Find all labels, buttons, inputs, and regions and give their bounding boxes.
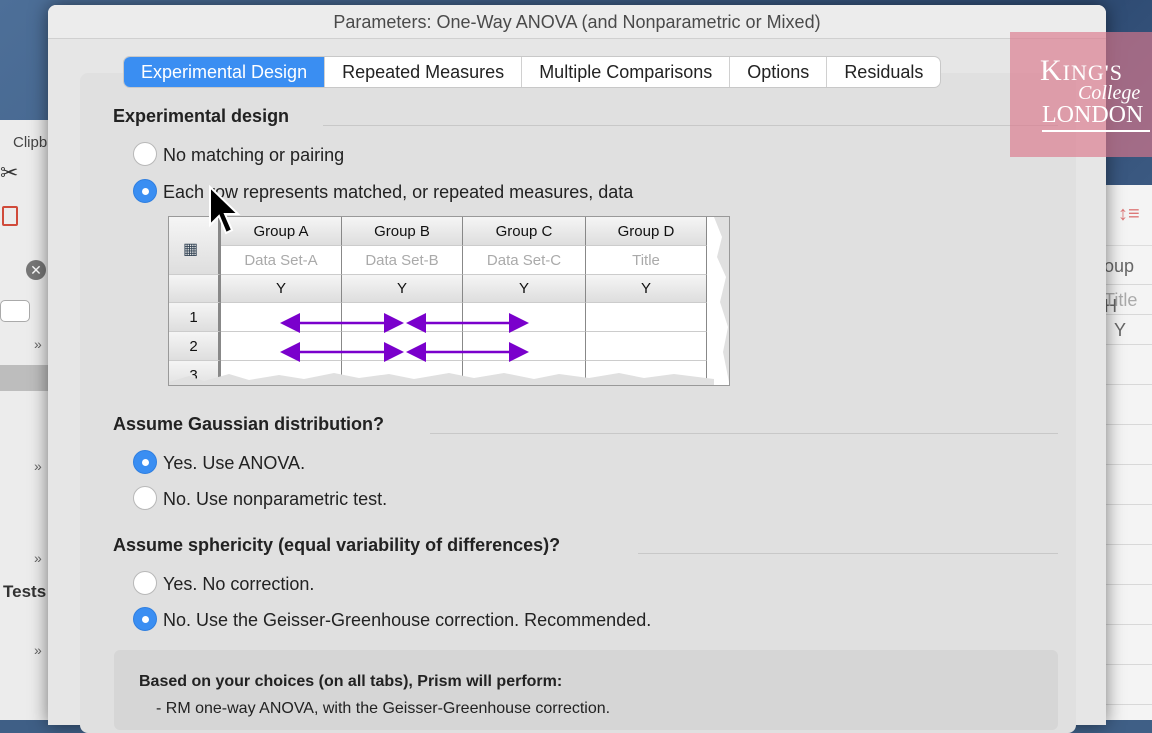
tab-experimental-design[interactable]: Experimental Design [124,57,326,87]
summary-item: - RM one-way ANOVA, with the Geisser-Gre… [156,700,611,717]
parameters-dialog: Parameters: One-Way ANOVA (and Nonparame… [48,5,1106,733]
stepper-popup[interactable] [0,300,30,322]
matched-data-illustration: ▦ 1 2 3 Group A Data Set-A Y Group B Dat… [168,216,730,386]
clear-icon[interactable]: ✕ [26,260,46,280]
matching-arrows [169,217,729,385]
clipboard-label: Clipb [13,134,48,151]
tab-multiple-comparisons[interactable]: Multiple Comparisons [522,57,731,87]
dialog-title: Parameters: One-Way ANOVA (and Nonparame… [48,5,1106,39]
expand-icon[interactable]: » [34,550,42,566]
expand-icon[interactable]: » [34,458,42,474]
row-height-icon[interactable]: ↕≡ [1118,203,1140,226]
tab-repeated-measures[interactable]: Repeated Measures [325,57,523,87]
radio-yes-anova[interactable] [133,450,157,474]
radio-label: No matching or pairing [163,145,345,165]
sphericity-heading: Assume sphericity (equal variability of … [113,535,561,555]
tests-label: Tests [3,582,47,601]
radio-geisser-greenhouse[interactable] [133,607,157,631]
tab-residuals[interactable]: Residuals [827,57,940,87]
tab-options[interactable]: Options [730,57,828,87]
radio-nonparametric[interactable] [133,486,157,510]
radio-label: Yes. No correction. [163,574,315,594]
kings-college-london-logo: KING'S College LONDON [1010,32,1152,157]
radio-no-correction[interactable] [133,571,157,595]
radio-label: No. Use the Geisser-Greenhouse correctio… [163,610,652,630]
tab-bar: Experimental Design Repeated Measures Mu… [124,57,941,87]
radio-label: No. Use nonparametric test. [163,489,388,509]
radio-each-row-matched[interactable] [133,179,157,203]
scissors-icon[interactable]: ✂ [0,160,18,186]
analysis-summary: Based on your choices (on all tabs), Pri… [114,650,1058,730]
radio-no-matching[interactable] [133,142,157,166]
experimental-design-heading: Experimental design [113,106,290,126]
gaussian-heading: Assume Gaussian distribution? [113,414,385,434]
expand-icon[interactable]: » [34,336,42,352]
summary-heading: Based on your choices (on all tabs), Pri… [139,673,563,690]
expand-icon[interactable]: » [34,642,42,658]
paste-icon[interactable] [2,206,18,226]
mouse-cursor-icon [209,185,241,235]
radio-label: Yes. Use ANOVA. [163,453,306,473]
tab-panel [80,73,1076,733]
